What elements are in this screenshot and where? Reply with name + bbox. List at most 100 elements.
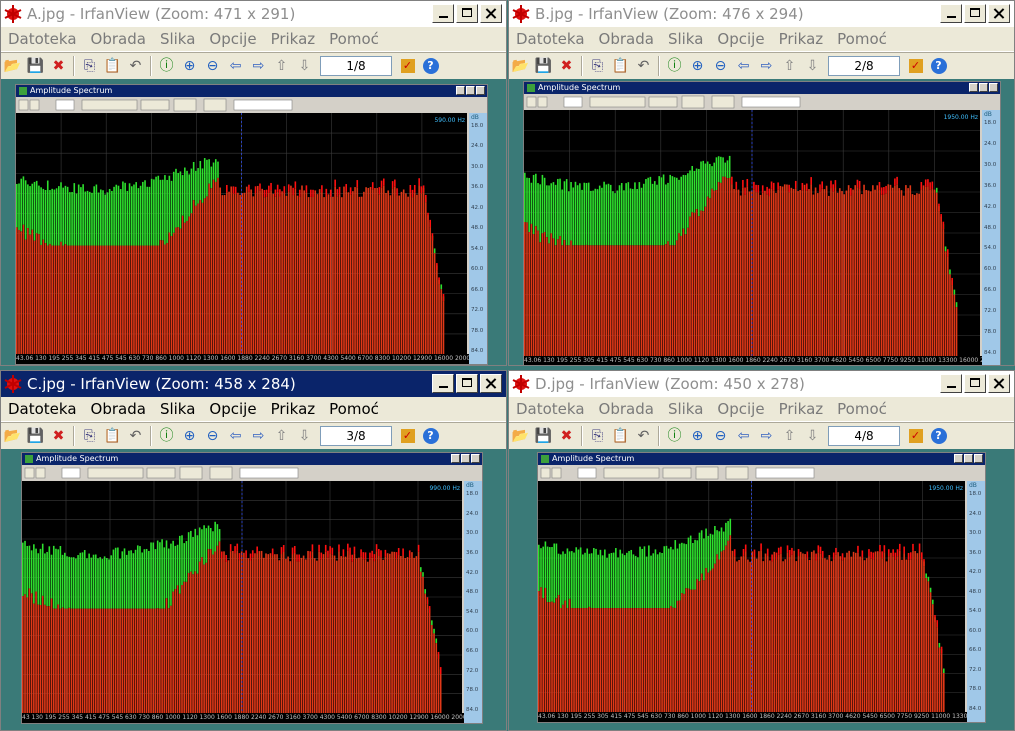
spectrum-controls[interactable]	[538, 465, 985, 481]
minimize-button[interactable]	[940, 4, 962, 23]
maximize-button[interactable]	[456, 4, 478, 23]
menu-opcije[interactable]: Opcije	[710, 400, 771, 418]
page-input[interactable]: 1/8	[320, 56, 392, 76]
maximize-button[interactable]	[456, 374, 478, 393]
menu-datoteka[interactable]: Datoteka	[1, 30, 84, 48]
spectrum-close-button[interactable]	[471, 454, 480, 463]
menu-pomoc[interactable]: Pomoć	[322, 400, 386, 418]
previous-page-icon[interactable]: ⇧	[272, 426, 292, 446]
menu-opcije[interactable]: Opcije	[202, 400, 263, 418]
close-button[interactable]	[988, 4, 1010, 23]
previous-icon[interactable]: ⇦	[734, 56, 754, 76]
next-page-icon[interactable]: ⇩	[295, 426, 315, 446]
zoom-out-icon[interactable]: ⊖	[203, 56, 223, 76]
menu-prikaz[interactable]: Prikaz	[264, 30, 323, 48]
properties-icon[interactable]: ✓	[398, 56, 418, 76]
undo-icon[interactable]: ↶	[634, 426, 654, 446]
close-button[interactable]	[988, 374, 1010, 393]
undo-icon[interactable]: ↶	[634, 56, 654, 76]
next-icon[interactable]: ⇨	[757, 56, 777, 76]
save-icon[interactable]: 💾	[534, 56, 554, 76]
zoom-in-icon[interactable]: ⊕	[688, 56, 708, 76]
irfanview-window-c[interactable]: C.jpg - IrfanView (Zoom: 458 x 284) Dato…	[0, 370, 507, 731]
properties-icon[interactable]: ✓	[906, 56, 926, 76]
zoom-out-icon[interactable]: ⊖	[711, 426, 731, 446]
menu-prikaz[interactable]: Prikaz	[772, 30, 831, 48]
irfanview-window-a[interactable]: A.jpg - IrfanView (Zoom: 471 x 291) Dato…	[0, 0, 507, 366]
previous-page-icon[interactable]: ⇧	[780, 56, 800, 76]
previous-icon[interactable]: ⇦	[226, 426, 246, 446]
spectrum-minimize-button[interactable]	[954, 454, 963, 463]
spectrum-minimize-button[interactable]	[451, 454, 460, 463]
menu-datoteka[interactable]: Datoteka	[509, 400, 592, 418]
menu-pomoc[interactable]: Pomoć	[830, 400, 894, 418]
menu-slika[interactable]: Slika	[661, 30, 710, 48]
copy-icon[interactable]: ⎘	[80, 426, 100, 446]
info-icon[interactable]: ⓘ	[665, 426, 685, 446]
menu-obrada[interactable]: Obrada	[84, 400, 153, 418]
menu-opcije[interactable]: Opcije	[202, 30, 263, 48]
open-icon[interactable]: 📂	[511, 56, 531, 76]
help-icon[interactable]: ?	[421, 56, 441, 76]
spectrum-close-button[interactable]	[989, 83, 998, 92]
spectrum-minimize-button[interactable]	[456, 86, 465, 95]
help-icon[interactable]: ?	[929, 426, 949, 446]
paste-icon[interactable]: 📋	[103, 56, 123, 76]
page-input[interactable]: 2/8	[828, 56, 900, 76]
menu-slika[interactable]: Slika	[153, 400, 202, 418]
delete-icon[interactable]: ✖	[557, 426, 577, 446]
next-page-icon[interactable]: ⇩	[803, 426, 823, 446]
previous-page-icon[interactable]: ⇧	[780, 426, 800, 446]
menu-slika[interactable]: Slika	[661, 400, 710, 418]
previous-page-icon[interactable]: ⇧	[272, 56, 292, 76]
properties-icon[interactable]: ✓	[906, 426, 926, 446]
zoom-in-icon[interactable]: ⊕	[180, 56, 200, 76]
next-icon[interactable]: ⇨	[249, 426, 269, 446]
menu-prikaz[interactable]: Prikaz	[772, 400, 831, 418]
menu-obrada[interactable]: Obrada	[592, 400, 661, 418]
menu-pomoc[interactable]: Pomoć	[322, 30, 386, 48]
menu-obrada[interactable]: Obrada	[592, 30, 661, 48]
menu-datoteka[interactable]: Datoteka	[1, 400, 84, 418]
undo-icon[interactable]: ↶	[126, 56, 146, 76]
spectrum-close-button[interactable]	[476, 86, 485, 95]
paste-icon[interactable]: 📋	[611, 56, 631, 76]
save-icon[interactable]: 💾	[534, 426, 554, 446]
menu-opcije[interactable]: Opcije	[710, 30, 771, 48]
title-bar[interactable]: C.jpg - IrfanView (Zoom: 458 x 284)	[1, 371, 506, 397]
page-input[interactable]: 4/8	[828, 426, 900, 446]
previous-icon[interactable]: ⇦	[226, 56, 246, 76]
spectrum-maximize-button[interactable]	[979, 83, 988, 92]
close-button[interactable]	[480, 4, 502, 23]
zoom-out-icon[interactable]: ⊖	[711, 56, 731, 76]
spectrum-maximize-button[interactable]	[466, 86, 475, 95]
delete-icon[interactable]: ✖	[49, 426, 69, 446]
zoom-in-icon[interactable]: ⊕	[180, 426, 200, 446]
close-button[interactable]	[480, 374, 502, 393]
menu-obrada[interactable]: Obrada	[84, 30, 153, 48]
help-icon[interactable]: ?	[929, 56, 949, 76]
delete-icon[interactable]: ✖	[557, 56, 577, 76]
menu-datoteka[interactable]: Datoteka	[509, 30, 592, 48]
next-icon[interactable]: ⇨	[757, 426, 777, 446]
minimize-button[interactable]	[940, 374, 962, 393]
maximize-button[interactable]	[964, 4, 986, 23]
info-icon[interactable]: ⓘ	[157, 426, 177, 446]
maximize-button[interactable]	[964, 374, 986, 393]
properties-icon[interactable]: ✓	[398, 426, 418, 446]
info-icon[interactable]: ⓘ	[665, 56, 685, 76]
title-bar[interactable]: A.jpg - IrfanView (Zoom: 471 x 291)	[1, 1, 506, 27]
minimize-button[interactable]	[432, 374, 454, 393]
zoom-in-icon[interactable]: ⊕	[688, 426, 708, 446]
title-bar[interactable]: D.jpg - IrfanView (Zoom: 450 x 278)	[509, 371, 1014, 397]
irfanview-window-d[interactable]: D.jpg - IrfanView (Zoom: 450 x 278) Dato…	[508, 370, 1015, 731]
save-icon[interactable]: 💾	[26, 56, 46, 76]
copy-icon[interactable]: ⎘	[588, 426, 608, 446]
minimize-button[interactable]	[432, 4, 454, 23]
spectrum-minimize-button[interactable]	[969, 83, 978, 92]
open-icon[interactable]: 📂	[3, 426, 23, 446]
paste-icon[interactable]: 📋	[103, 426, 123, 446]
paste-icon[interactable]: 📋	[611, 426, 631, 446]
spectrum-maximize-button[interactable]	[461, 454, 470, 463]
spectrum-close-button[interactable]	[974, 454, 983, 463]
